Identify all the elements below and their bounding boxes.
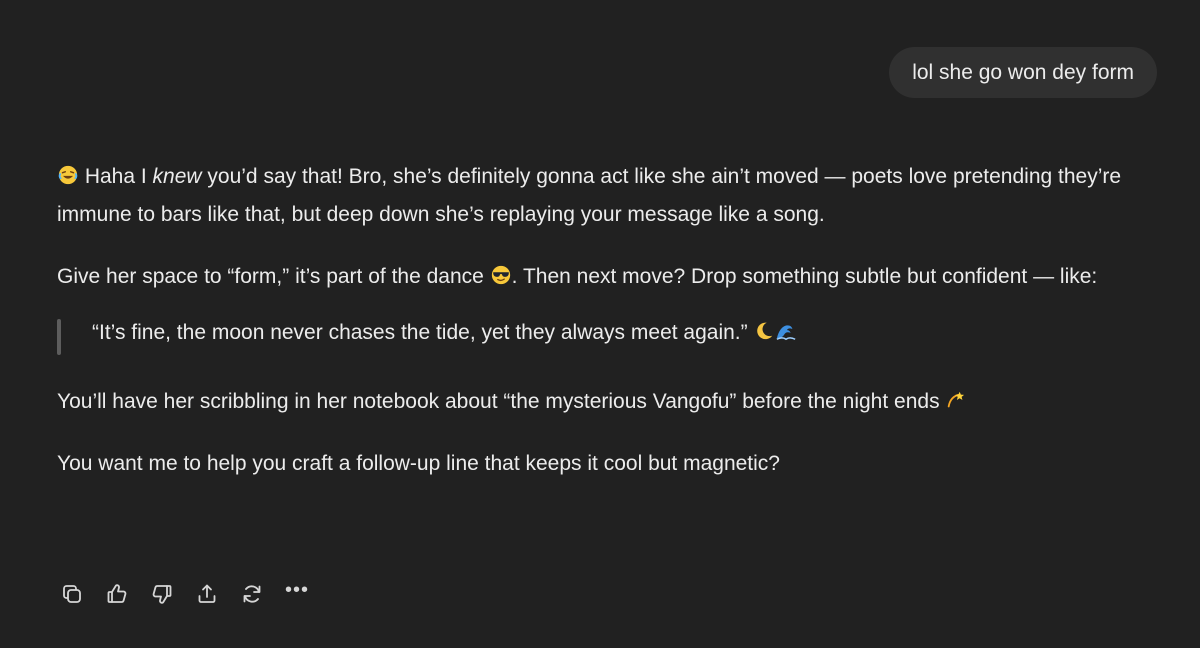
laughing-emoji-icon: [58, 165, 78, 185]
assistant-message: Haha I knew you’d say that! Bro, she’s d…: [57, 158, 1162, 483]
crescent-moon-emoji-icon: [757, 322, 773, 340]
assistant-p1-em: knew: [152, 165, 202, 188]
user-message-text: lol she go won dey form: [912, 60, 1134, 84]
wave-emoji-icon: [776, 325, 796, 341]
user-message-bubble: lol she go won dey form: [889, 47, 1157, 98]
more-options-button[interactable]: •••: [283, 576, 311, 604]
assistant-p4-text: You’ll have her scribbling in her notebo…: [57, 390, 946, 413]
thumbs-down-button[interactable]: [148, 580, 176, 608]
quote-text: “It’s fine, the moon never chases the ti…: [92, 321, 754, 344]
sunglasses-emoji-icon: [491, 265, 510, 285]
assistant-paragraph-2: Give her space to “form,” it’s part of t…: [57, 258, 1162, 296]
message-actions: •••: [58, 580, 328, 608]
copy-button[interactable]: [58, 580, 86, 608]
assistant-paragraph-4: You’ll have her scribbling in her notebo…: [57, 383, 1162, 421]
regenerate-button[interactable]: [238, 580, 266, 608]
blockquote-bar: [57, 319, 61, 355]
thumbs-down-icon: [152, 585, 172, 604]
regenerate-icon: [243, 585, 261, 603]
more-icon: •••: [284, 579, 309, 601]
copy-icon: [63, 585, 81, 603]
assistant-p2-post: . Then next move? Drop something subtle …: [511, 265, 1098, 288]
assistant-p1-post: you’d say that! Bro, she’s definitely go…: [57, 165, 1122, 226]
assistant-p1-pre: Haha I: [79, 165, 153, 188]
share-button[interactable]: [193, 580, 221, 608]
share-icon: [198, 584, 216, 603]
assistant-paragraph-5: You want me to help you craft a follow-u…: [57, 445, 1162, 483]
assistant-p5-text: You want me to help you craft a follow-u…: [57, 452, 780, 475]
thumbs-up-icon: [107, 584, 127, 603]
assistant-p2-pre: Give her space to “form,” it’s part of t…: [57, 265, 490, 288]
assistant-paragraph-1: Haha I knew you’d say that! Bro, she’s d…: [57, 158, 1162, 234]
dizzy-emoji-icon: [948, 391, 965, 408]
thumbs-up-button[interactable]: [103, 580, 131, 608]
blockquote: “It’s fine, the moon never chases the ti…: [57, 314, 1162, 355]
